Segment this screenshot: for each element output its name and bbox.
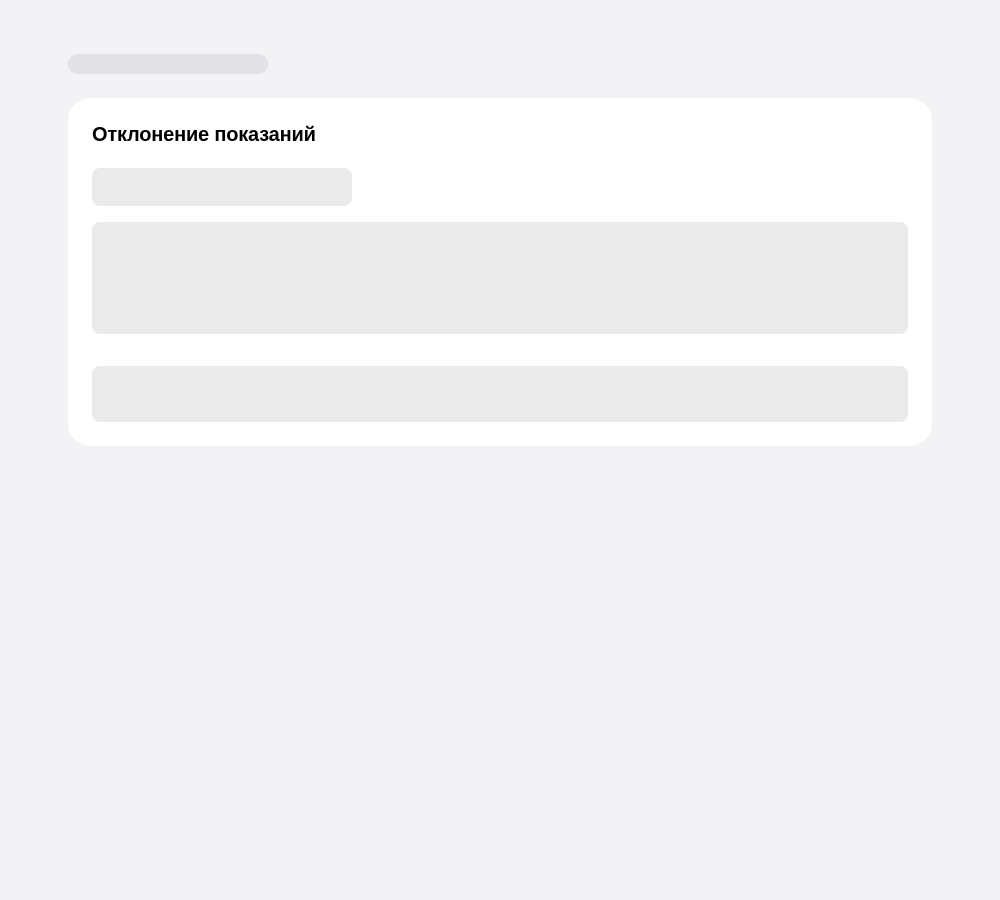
filter-skeleton (92, 168, 352, 206)
card-title: Отклонение показаний (92, 124, 316, 146)
breadcrumb-skeleton (68, 54, 268, 74)
summary-skeleton (92, 366, 908, 422)
chart-skeleton (92, 222, 908, 334)
meter-deviation-card: Отклонение показаний (68, 98, 932, 446)
